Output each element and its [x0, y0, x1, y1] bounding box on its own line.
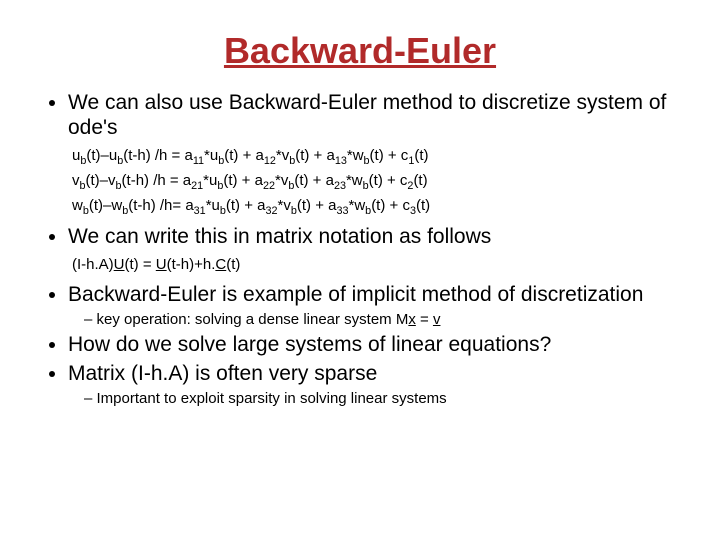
bullet-list: We can also use Backward-Euler method to…: [40, 90, 680, 407]
equation-block: ub(t)–ub(t-h) /h = a11*ub(t) + a12*vb(t)…: [72, 146, 680, 218]
bullet-matrix: We can write this in matrix notation as …: [68, 224, 680, 249]
bullet-solve: How do we solve large systems of linear …: [68, 332, 680, 357]
dash-sparsity: Important to exploit sparsity in solving…: [84, 390, 680, 407]
equation-3: wb(t)–wb(t-h) /h= a31*ub(t) + a32*vb(t) …: [72, 196, 680, 219]
equation-1: ub(t)–ub(t-h) /h = a11*ub(t) + a12*vb(t)…: [72, 146, 680, 169]
dash-key-op: key operation: solving a dense linear sy…: [84, 311, 680, 328]
bullet-sparse: Matrix (I-h.A) is often very sparse: [68, 361, 680, 386]
bullet-intro: We can also use Backward-Euler method to…: [68, 90, 680, 140]
slide-title: Backward-Euler: [40, 30, 680, 72]
matrix-block: (I-h.A)U(t) = U(t-h)+h.C(t): [72, 255, 680, 275]
bullet-implicit: Backward-Euler is example of implicit me…: [68, 282, 680, 307]
dash-block-2: Important to exploit sparsity in solving…: [84, 390, 680, 407]
equation-2: vb(t)–vb(t-h) /h = a21*ub(t) + a22*vb(t)…: [72, 171, 680, 194]
slide: Backward-Euler We can also use Backward-…: [0, 0, 720, 431]
matrix-equation: (I-h.A)U(t) = U(t-h)+h.C(t): [72, 255, 680, 275]
dash-block-1: key operation: solving a dense linear sy…: [84, 311, 680, 328]
